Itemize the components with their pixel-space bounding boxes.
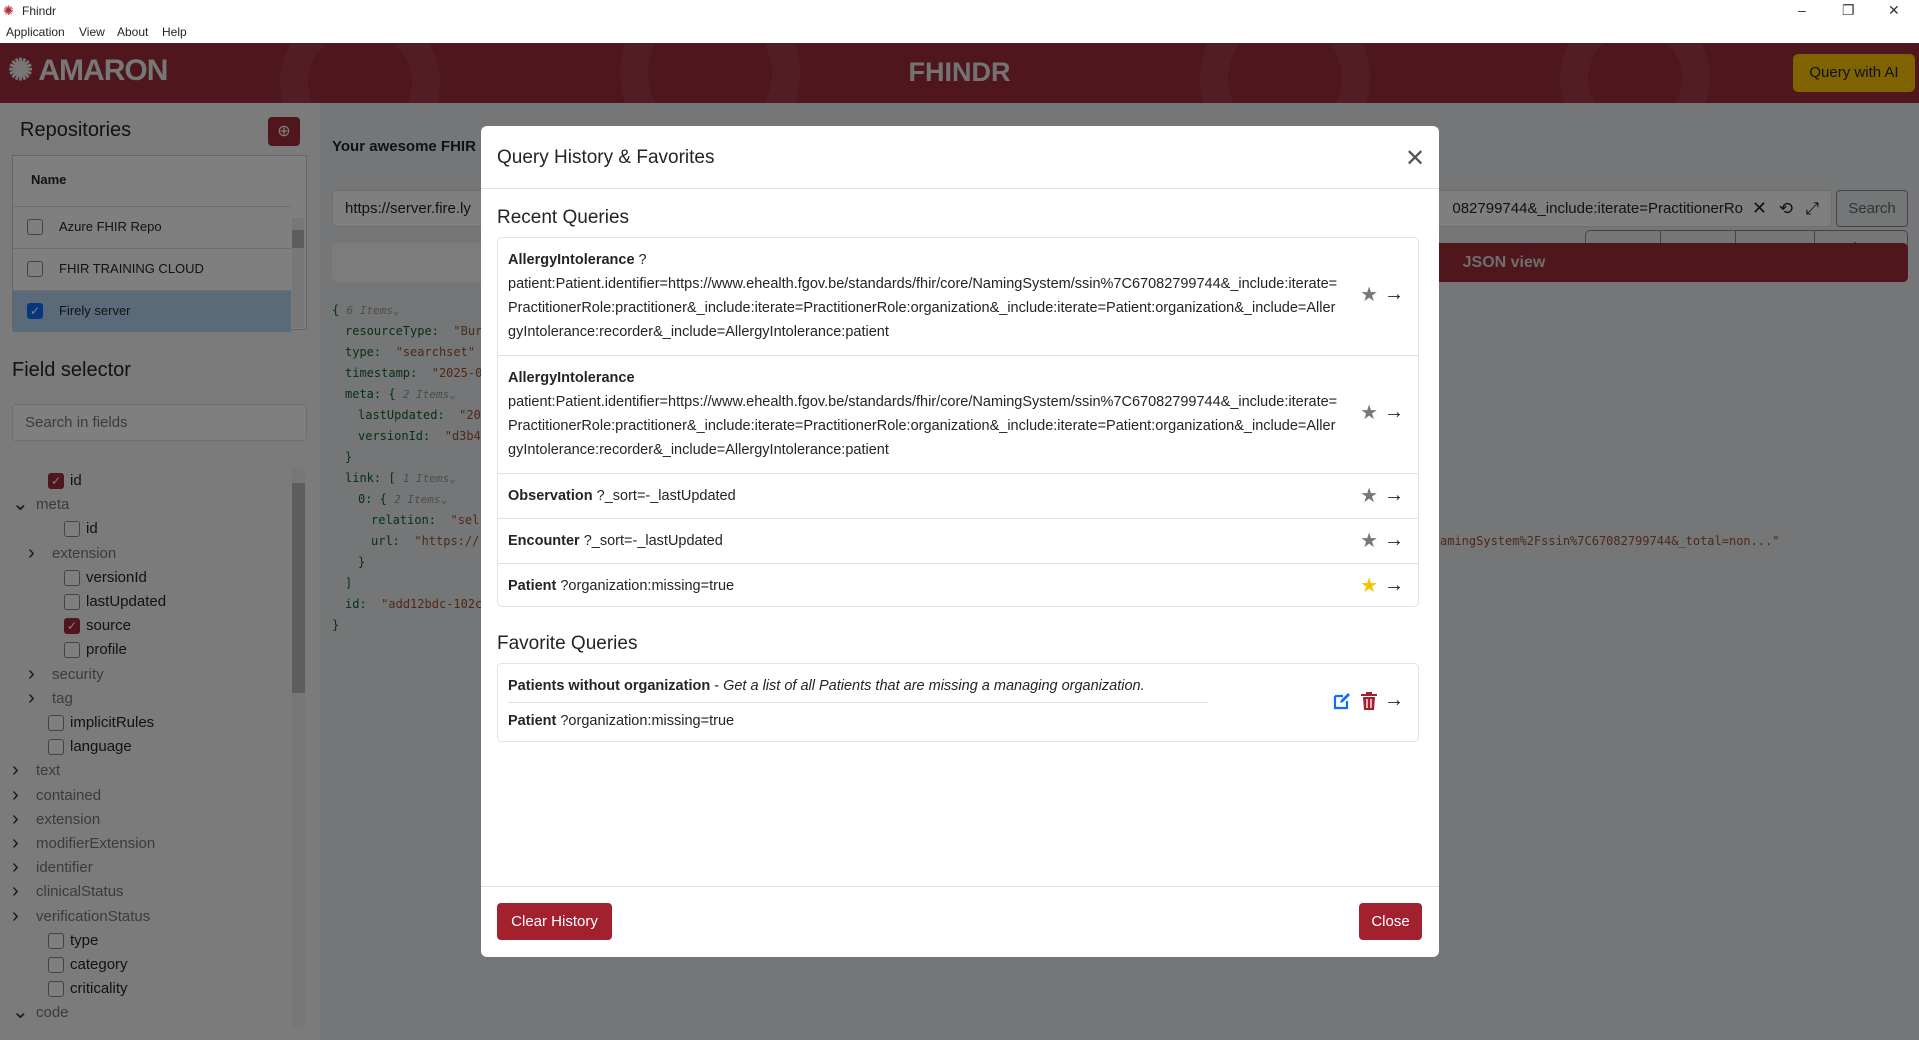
clear-history-button[interactable]: Clear History xyxy=(497,903,612,940)
app-logo-icon: ✺ xyxy=(3,3,14,18)
run-query-arrow-icon[interactable]: → xyxy=(1384,573,1404,597)
favorite-query-item[interactable]: Patients without organization - Get a li… xyxy=(498,664,1418,741)
favorite-star-icon[interactable]: ★ xyxy=(1360,484,1378,508)
restore-button[interactable]: ❐ xyxy=(1842,2,1855,19)
favorite-star-icon[interactable]: ★ xyxy=(1360,401,1378,425)
favorite-queries-list: Patients without organization - Get a li… xyxy=(497,663,1419,742)
minimize-button[interactable]: – xyxy=(1798,2,1806,18)
close-window-button[interactable]: ✕ xyxy=(1888,2,1900,19)
edit-icon[interactable] xyxy=(1332,691,1352,719)
favorite-star-icon[interactable]: ★ xyxy=(1360,283,1378,307)
delete-icon[interactable] xyxy=(1360,691,1378,719)
title-bar: ✺ Fhindr Application View About Help – ❐… xyxy=(0,0,1919,43)
recent-queries-title: Recent Queries xyxy=(497,207,630,228)
close-button[interactable]: Close xyxy=(1359,903,1422,940)
query-history-modal: Query History & Favorites ✕ Recent Queri… xyxy=(481,126,1439,957)
menu-help[interactable]: Help xyxy=(162,25,187,39)
run-query-arrow-icon[interactable]: → xyxy=(1384,400,1404,424)
recent-query-item[interactable]: AllergyIntolerance ? patient:Patient.ide… xyxy=(498,238,1418,355)
menu-view[interactable]: View xyxy=(79,25,105,39)
close-modal-icon[interactable]: ✕ xyxy=(1405,144,1425,173)
modal-title: Query History & Favorites xyxy=(497,147,715,168)
run-query-arrow-icon[interactable]: → xyxy=(1384,282,1404,306)
favorite-star-icon[interactable]: ★ xyxy=(1360,529,1378,553)
recent-query-item[interactable]: Patient ?organization:missing=true ★ → xyxy=(498,563,1418,607)
run-query-arrow-icon[interactable]: → xyxy=(1384,483,1404,507)
recent-query-item[interactable]: Observation ?_sort=-_lastUpdated ★ → xyxy=(498,473,1418,518)
recent-query-item[interactable]: Encounter ?_sort=-_lastUpdated ★ → xyxy=(498,518,1418,563)
favorite-queries-title: Favorite Queries xyxy=(497,633,638,654)
window-title: Fhindr xyxy=(22,4,57,18)
favorite-star-filled-icon[interactable]: ★ xyxy=(1360,574,1378,598)
recent-query-item[interactable]: AllergyIntolerance patient:Patient.ident… xyxy=(498,355,1418,473)
run-query-arrow-icon[interactable]: → xyxy=(1384,688,1404,712)
menu-about[interactable]: About xyxy=(117,25,148,39)
menu-application[interactable]: Application xyxy=(6,25,65,39)
recent-queries-list: AllergyIntolerance ? patient:Patient.ide… xyxy=(497,237,1419,607)
run-query-arrow-icon[interactable]: → xyxy=(1384,528,1404,552)
